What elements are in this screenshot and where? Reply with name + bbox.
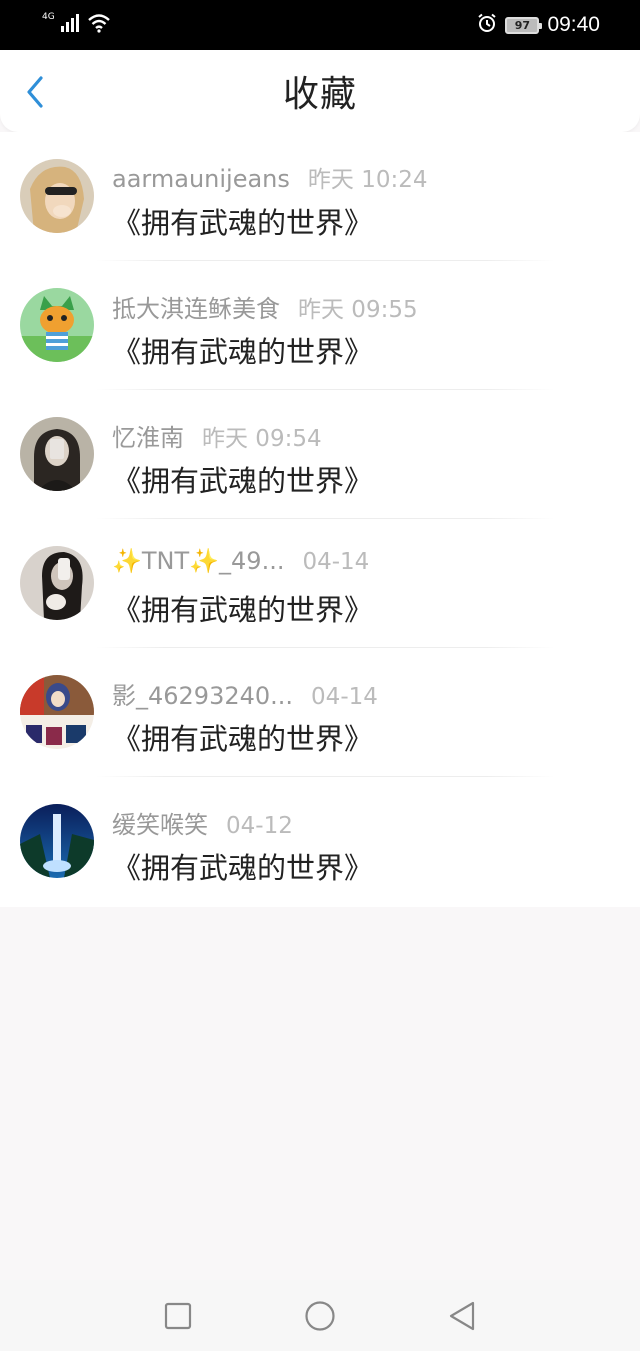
timestamp: 昨天 10:24 bbox=[307, 167, 428, 193]
timestamp: 04-14 bbox=[302, 549, 370, 575]
circle-icon bbox=[305, 1301, 335, 1331]
timestamp: 昨天 09:55 bbox=[298, 297, 418, 323]
chevron-left-icon bbox=[27, 76, 43, 108]
item-meta: 影_46293240... 04-14 bbox=[112, 676, 378, 711]
avatar[interactable] bbox=[20, 804, 94, 878]
item-meta: 忆淮南 昨天 09:54 bbox=[112, 418, 322, 453]
avatar[interactable] bbox=[20, 288, 94, 362]
square-icon bbox=[164, 1302, 192, 1330]
back-nav-button[interactable] bbox=[446, 1300, 478, 1332]
username[interactable]: 影_46293240... bbox=[112, 676, 293, 711]
book-title[interactable]: 《拥有武魂的世界》 bbox=[112, 329, 373, 371]
avatar[interactable] bbox=[20, 546, 94, 620]
page-title: 收藏 bbox=[282, 74, 357, 115]
network-type: 4G bbox=[42, 12, 55, 22]
signal-icon bbox=[60, 14, 81, 36]
header: 收藏 bbox=[0, 50, 640, 132]
status-left: 4G bbox=[42, 12, 111, 37]
book-title[interactable]: 《拥有武魂的世界》 bbox=[112, 716, 373, 758]
navigation-bar bbox=[0, 1280, 640, 1351]
avatar[interactable] bbox=[20, 159, 94, 233]
username[interactable]: ✨TNT✨_49... bbox=[112, 547, 284, 575]
username[interactable]: aarmaunijeans bbox=[112, 165, 290, 193]
timestamp: 昨天 09:54 bbox=[202, 426, 322, 452]
username[interactable]: 忆淮南 bbox=[112, 418, 184, 453]
list-item[interactable]: ✨TNT✨_49... 04-14 《拥有武魂的世界》 bbox=[0, 519, 640, 648]
book-title[interactable]: 《拥有武魂的世界》 bbox=[112, 845, 373, 887]
timestamp: 04-12 bbox=[226, 813, 293, 839]
avatar[interactable] bbox=[20, 417, 94, 491]
status-right: 97 09:40 bbox=[477, 13, 600, 38]
recent-apps-button[interactable] bbox=[162, 1300, 194, 1332]
home-button[interactable] bbox=[304, 1300, 336, 1332]
triangle-back-icon bbox=[449, 1301, 475, 1331]
list-item[interactable]: 缓笑喉笑 04-12 《拥有武魂的世界》 bbox=[0, 777, 640, 906]
timestamp: 04-14 bbox=[311, 684, 378, 710]
status-bar: 4G 97 09:40 bbox=[0, 0, 640, 50]
back-button[interactable] bbox=[20, 74, 50, 110]
item-meta: 抵大淇连稣美食 昨天 09:55 bbox=[112, 289, 418, 324]
username[interactable]: 缓笑喉笑 bbox=[112, 805, 208, 840]
item-meta: ✨TNT✨_49... 04-14 bbox=[112, 547, 369, 575]
book-title[interactable]: 《拥有武魂的世界》 bbox=[112, 587, 373, 629]
list-item[interactable]: 忆淮南 昨天 09:54 《拥有武魂的世界》 bbox=[0, 390, 640, 519]
list-item[interactable]: aarmaunijeans 昨天 10:24 《拥有武魂的世界》 bbox=[0, 132, 640, 261]
avatar[interactable] bbox=[20, 675, 94, 749]
item-meta: 缓笑喉笑 04-12 bbox=[112, 805, 293, 840]
list-item[interactable]: 抵大淇连稣美食 昨天 09:55 《拥有武魂的世界》 bbox=[0, 261, 640, 390]
item-meta: aarmaunijeans 昨天 10:24 bbox=[112, 160, 427, 194]
alarm-icon bbox=[477, 13, 497, 38]
book-title[interactable]: 《拥有武魂的世界》 bbox=[112, 200, 373, 242]
clock: 09:40 bbox=[547, 13, 600, 36]
battery-indicator: 97 bbox=[505, 16, 543, 34]
favorites-list: aarmaunijeans 昨天 10:24 《拥有武魂的世界》 抵大淇连稣美食… bbox=[0, 132, 640, 907]
book-title[interactable]: 《拥有武魂的世界》 bbox=[112, 458, 373, 500]
wifi-icon bbox=[87, 13, 111, 37]
list-item[interactable]: 影_46293240... 04-14 《拥有武魂的世界》 bbox=[0, 648, 640, 777]
username[interactable]: 抵大淇连稣美食 bbox=[112, 289, 280, 324]
